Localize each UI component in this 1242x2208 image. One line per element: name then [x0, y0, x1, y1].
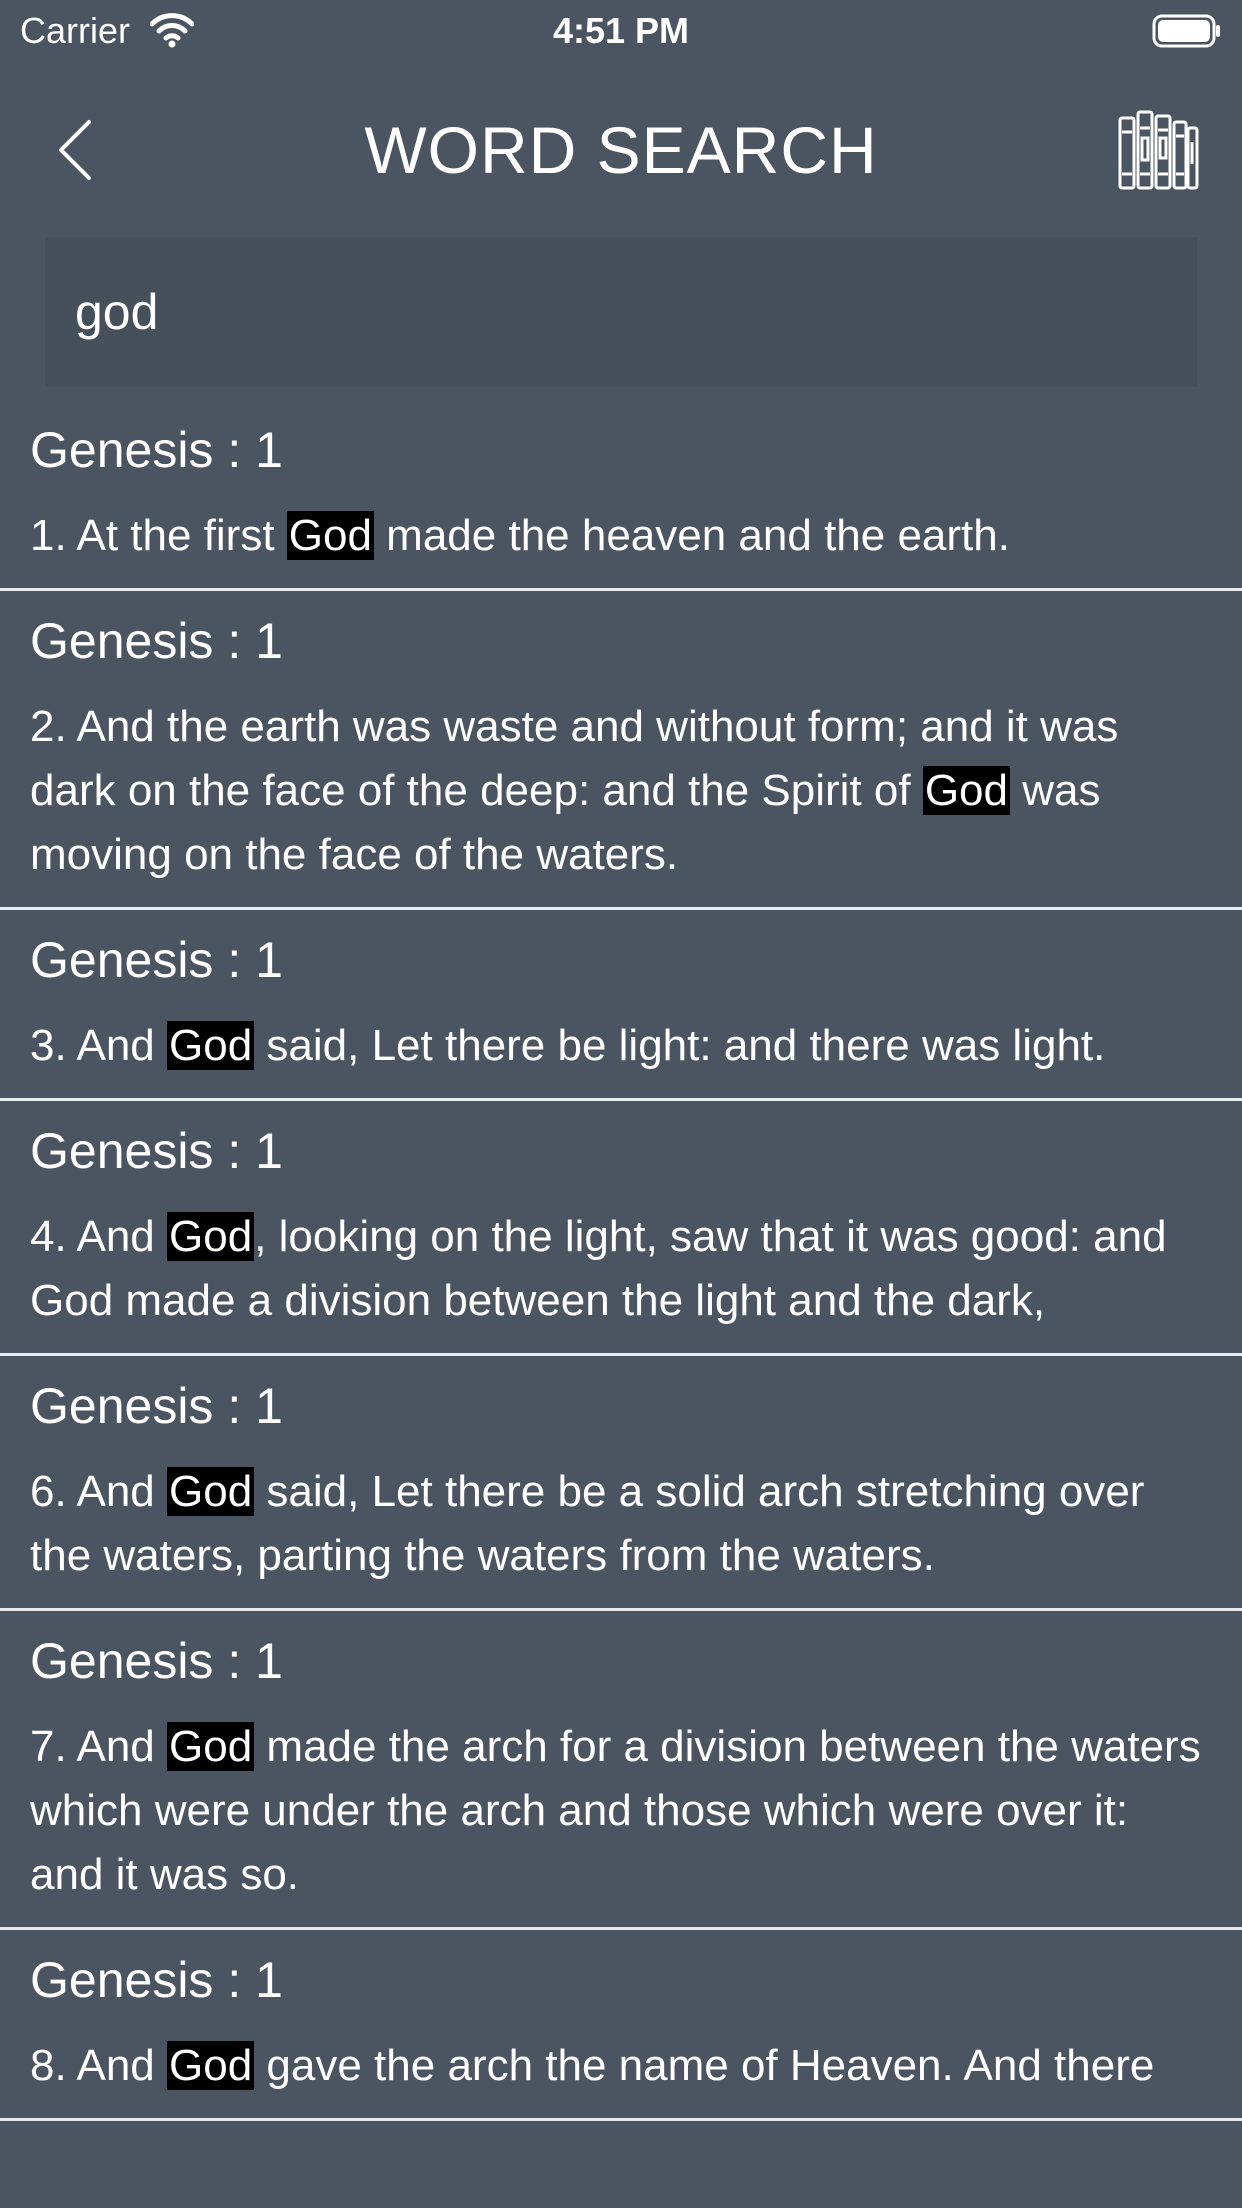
search-highlight: God — [167, 1722, 255, 1771]
result-verse-text: 3. And God said, Let there be light: and… — [30, 1014, 1212, 1078]
page-title: WORD SEARCH — [364, 113, 878, 187]
search-field[interactable] — [45, 237, 1197, 387]
battery-icon — [1152, 14, 1222, 48]
search-input[interactable] — [75, 283, 1197, 341]
verse-text-after: said, Let there be light: and there was … — [254, 1021, 1106, 1070]
result-reference: Genesis : 1 — [30, 1378, 283, 1434]
result-verse-text: 1. At the first God made the heaven and … — [30, 504, 1212, 568]
result-item[interactable]: Genesis : 1 7. And God made the arch for… — [0, 1611, 1242, 1930]
verse-text-before: 8. And — [30, 2041, 168, 2090]
word-search-screen: Carrier 4:51 PM WORD SEARCH god Genesis … — [0, 0, 1242, 2208]
result-item[interactable]: Genesis : 1 4. And God, looking on the l… — [0, 1101, 1242, 1356]
result-verse-text: 4. And God, looking on the light, saw th… — [30, 1205, 1212, 1333]
result-reference: Genesis : 1 — [30, 1952, 283, 2008]
verse-text-before: 6. And — [30, 1467, 168, 1516]
search-highlight: God — [167, 1021, 255, 1070]
results-list: Genesis : 1 1. At the first God made the… — [0, 400, 1242, 2121]
result-reference: Genesis : 1 — [30, 613, 283, 669]
verse-text-after: gave the arch the name of Heaven. And th… — [254, 2041, 1155, 2090]
result-verse-text: 6. And God said, Let there be a solid ar… — [30, 1460, 1212, 1588]
search-highlight: God — [922, 766, 1010, 815]
result-verse-text: 8. And God gave the arch the name of Hea… — [30, 2034, 1212, 2098]
bookshelf-icon — [1118, 110, 1199, 190]
result-item[interactable]: Genesis : 1 3. And God said, Let there b… — [0, 910, 1242, 1101]
search-highlight: God — [167, 1212, 255, 1261]
result-reference: Genesis : 1 — [30, 932, 283, 988]
result-reference: Genesis : 1 — [30, 1123, 283, 1179]
verse-text-before: 3. And — [30, 1021, 168, 1070]
result-verse-text: 7. And God made the arch for a division … — [30, 1715, 1212, 1907]
verse-text-before: 7. And — [30, 1722, 168, 1771]
result-reference: Genesis : 1 — [30, 1633, 283, 1689]
status-bar: Carrier 4:51 PM — [0, 0, 1242, 62]
result-verse-text: 2. And the earth was waste and without f… — [30, 695, 1212, 887]
verse-text-before: 4. And — [30, 1212, 168, 1261]
search-highlight: God — [167, 1467, 255, 1516]
result-item[interactable]: Genesis : 1 8. And God gave the arch the… — [0, 1930, 1242, 2121]
result-reference: Genesis : 1 — [30, 422, 283, 478]
library-button[interactable] — [1116, 108, 1200, 192]
navigation-bar: WORD SEARCH — [0, 90, 1242, 210]
verse-text-after: made the heaven and the earth. — [373, 511, 1010, 560]
verse-text-before: 1. At the first — [30, 511, 287, 560]
search-highlight: God — [167, 2041, 255, 2090]
result-item[interactable]: Genesis : 1 6. And God said, Let there b… — [0, 1356, 1242, 1611]
clock: 4:51 PM — [552, 10, 690, 51]
result-item[interactable]: Genesis : 1 1. At the first God made the… — [0, 400, 1242, 591]
result-item[interactable]: Genesis : 1 2. And the earth was waste a… — [0, 591, 1242, 910]
search-highlight: God — [286, 511, 374, 560]
